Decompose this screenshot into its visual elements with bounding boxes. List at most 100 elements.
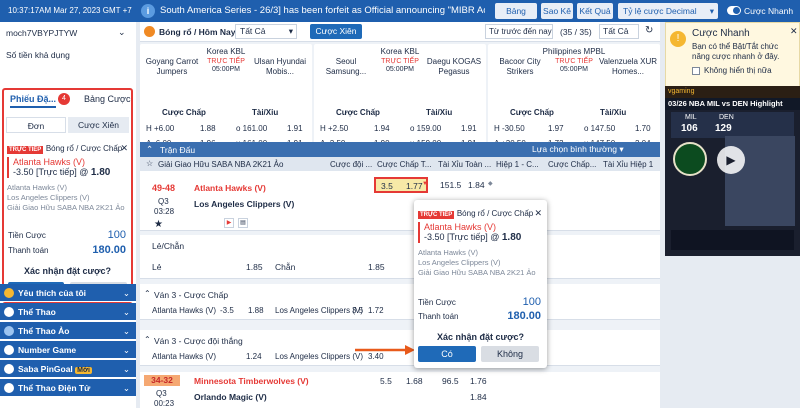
star-icon[interactable]: ☆: [146, 159, 153, 168]
refresh-icon[interactable]: ↻: [645, 25, 653, 36]
odds-type-label: Tỷ lệ cược Decimal: [623, 6, 697, 16]
card-odds-value[interactable]: 1.94: [374, 124, 390, 133]
collapse-icon[interactable]: ⌃: [144, 335, 151, 344]
card-odds-value[interactable]: 1.88: [200, 124, 216, 133]
quick-bet-toggle[interactable]: [727, 6, 741, 15]
tab-parlay[interactable]: Cược Xiên: [68, 117, 129, 133]
market-filter-label: Tất Cả: [240, 26, 266, 36]
confirm-no-button[interactable]: Không: [481, 346, 539, 362]
parlay-button[interactable]: Cược Xiên: [310, 24, 362, 39]
section-title: Trận Đấu: [160, 145, 196, 155]
card-odds-label: H -30.50: [494, 124, 525, 133]
ou-odds[interactable]: 1.84: [468, 180, 485, 190]
menu-saba-pingoal[interactable]: Saba PinGoal Mới ⌄: [0, 360, 136, 378]
team-den: DEN: [719, 114, 734, 121]
card-odds-label: o 161.00: [236, 124, 268, 133]
ou-odds[interactable]: 1.76: [470, 376, 487, 386]
announcement-ticker[interactable]: South America Series - 26/3] has been fo…: [160, 5, 485, 16]
menu-number-game[interactable]: Number Game ⌄: [0, 341, 136, 359]
odds-down-icon: ▼: [422, 181, 428, 187]
odd-value[interactable]: 1.85: [246, 262, 263, 272]
popup-team2: Los Angeles Clippers (V): [418, 258, 501, 267]
market-filter-select[interactable]: Tất Cả ▾: [235, 24, 297, 39]
menu-esports[interactable]: Thể Thao Điện Tử ⌄: [0, 379, 136, 397]
featured-match-card[interactable]: Korea KBL Seoul Samsung... TRỰC TIẾP 05:0…: [314, 44, 486, 152]
card-odds-label: o 147.50: [584, 124, 616, 133]
stats-icon[interactable]: ▤: [238, 218, 248, 228]
odds-type-select[interactable]: Tỷ lệ cược Decimal ▾: [618, 3, 718, 19]
confirm-text: Xác nhận đặt cược?: [24, 266, 111, 276]
number-game-icon: [4, 345, 14, 355]
confirm-yes-button[interactable]: Có: [418, 346, 476, 362]
hdp-odds[interactable]: 1.68: [406, 376, 423, 386]
card-away: Ulsan Hyundai Mobis...: [253, 57, 307, 76]
bet-list-button[interactable]: Bảng Cược: [495, 3, 537, 32]
menu-label: Thể Thao Điện Tử: [18, 383, 91, 393]
slip-league: Giải Giao Hữu SABA NBA 2K21 Ảo: [7, 203, 125, 212]
home-team[interactable]: Minnesota Timberwolves (V): [194, 376, 309, 386]
datetime: 10:37:17AM Mar 27, 2023 GMT +7: [8, 6, 132, 15]
collapse-icon[interactable]: ⌃: [146, 144, 153, 155]
new-badge: Mới: [75, 367, 92, 374]
popup-slip-item: TRỰC TIẾP Bóng rổ / Cược Chấp ✕ Atlanta …: [418, 208, 542, 278]
virtual-sports-icon: [4, 326, 14, 336]
odds-value[interactable]: 1.88: [248, 306, 264, 315]
favorite-star-icon[interactable]: ★: [154, 219, 163, 230]
card-odds-value[interactable]: 1.70: [635, 124, 651, 133]
market-title: Lẻ/Chẵn: [152, 241, 185, 251]
menu-label: Yêu thích của tôi: [18, 288, 87, 298]
away-team[interactable]: Orlando Magic (V): [194, 392, 267, 402]
score-den: 129: [715, 123, 732, 134]
match-row: 34-32 Q3 00:23 Minnesota Timberwolves (V…: [140, 372, 660, 408]
stake-input[interactable]: 100: [108, 229, 126, 241]
chevron-down-icon: ⌄: [122, 345, 130, 355]
card-odds-value[interactable]: 1.91: [287, 124, 303, 133]
featured-match-card[interactable]: Philippines MPBL Bacoor City Strikers TR…: [488, 44, 660, 152]
pingoal-icon: [4, 364, 14, 374]
tab-bet-slip[interactable]: Phiếu Đặ...: [10, 94, 57, 108]
away-team[interactable]: Los Angeles Clippers (V): [194, 199, 294, 209]
even-value[interactable]: 1.85: [368, 262, 385, 272]
close-icon[interactable]: ✕: [120, 143, 128, 154]
ou-odds[interactable]: 1.84: [470, 392, 487, 402]
featured-match-card[interactable]: Korea KBL Goyang Carrot Jumpers TRỰC TIẾ…: [140, 44, 312, 152]
live-stream-icon[interactable]: ▶: [224, 218, 234, 228]
odds-value[interactable]: 1.72: [368, 306, 384, 315]
menu-virtual-sports[interactable]: Thể Thao Ảo ⌄: [0, 322, 136, 340]
odd-label: Lẻ: [152, 262, 162, 272]
play-icon[interactable]: ▶: [717, 146, 745, 174]
selection-mode-select[interactable]: Lựa chọn bình thường ▾: [532, 144, 624, 155]
statement-button[interactable]: Sao Kê: [541, 3, 573, 19]
live-label: TRỰC TIẾP: [381, 58, 419, 65]
menu-label: Thể Thao: [18, 307, 56, 317]
brand-name: vgaming: [668, 88, 695, 95]
tooltip-title: Cược Nhanh: [692, 28, 750, 39]
arrow-pointer-icon: [355, 345, 415, 355]
col-header: Cược Chấp T...: [377, 160, 432, 169]
card-odds-value[interactable]: 1.91: [461, 124, 477, 133]
balance-label: Số tiền khả dụng: [6, 50, 70, 60]
dont-show-checkbox[interactable]: [692, 67, 700, 75]
close-icon[interactable]: ✕: [790, 26, 798, 37]
results-button[interactable]: Kết Quả: [577, 3, 613, 19]
menu-favorites[interactable]: Yêu thích của tôi ⌄: [0, 284, 136, 302]
slip-team2: Los Angeles Clippers (V): [7, 193, 90, 202]
tab-bet-list[interactable]: Bảng Cược: [84, 94, 130, 104]
sort-select[interactable]: Từ trước đến nay: [485, 24, 553, 39]
announcement-icon: i: [141, 4, 155, 18]
menu-sports[interactable]: Thể Thao ⌄: [0, 303, 136, 321]
sort-label: Từ trước đến nay: [489, 27, 552, 36]
user-menu-chevron-icon[interactable]: ⌄: [118, 27, 126, 38]
odds-value[interactable]: 1.24: [246, 352, 262, 361]
tab-single[interactable]: Đơn: [6, 117, 66, 133]
highlight-video[interactable]: 03/26 NBA MIL vs DEN Highlight MIL 106 D…: [665, 98, 800, 256]
quick-bet-popup: TRỰC TIẾP Bóng rổ / Cược Chấp ✕ Atlanta …: [414, 200, 547, 368]
stake-input[interactable]: 100: [523, 296, 541, 308]
live-label: TRỰC TIẾP: [555, 58, 593, 65]
selected-odds-cell[interactable]: 3.5 1.77 ▼: [374, 177, 428, 193]
collapse-icon[interactable]: ⌃: [144, 289, 151, 298]
home-team[interactable]: Atlanta Hawks (V): [194, 183, 266, 193]
card-odds-value[interactable]: 1.97: [548, 124, 564, 133]
league-filter-select[interactable]: Tất Cả: [599, 24, 639, 39]
close-icon[interactable]: ✕: [534, 208, 542, 219]
